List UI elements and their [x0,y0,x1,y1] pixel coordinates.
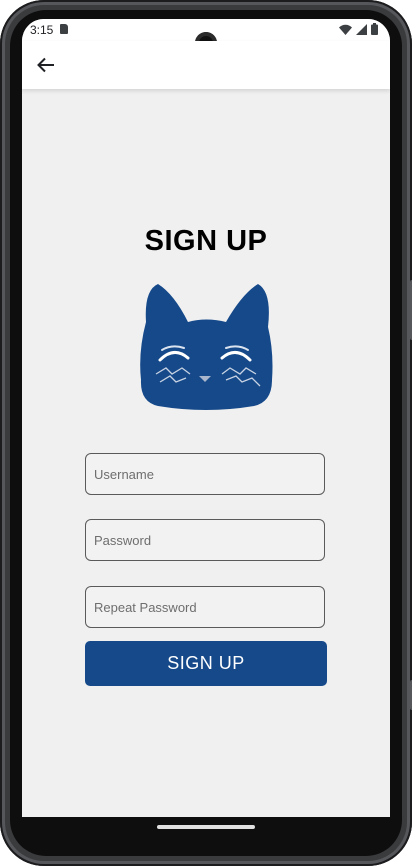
navigation-bar [22,817,390,837]
cell-signal-icon [356,23,367,35]
password-input[interactable] [85,519,325,561]
back-button[interactable] [32,51,60,79]
wifi-icon [339,24,352,35]
app-bar [22,41,390,89]
battery-icon [371,23,378,35]
cat-logo-icon [140,284,273,410]
status-time: 3:15 [30,23,54,37]
page-title: SIGN UP [144,225,268,257]
username-input[interactable] [85,453,325,495]
sd-card-icon [60,24,68,34]
home-gesture-handle[interactable] [157,825,255,829]
sign-up-button[interactable]: SIGN UP [85,641,327,686]
arrow-left-icon [37,57,54,73]
status-icons [339,23,378,35]
app-screen: 3:15 SIGN UP SIGN UP [22,19,390,837]
repeat-password-input[interactable] [85,586,325,628]
